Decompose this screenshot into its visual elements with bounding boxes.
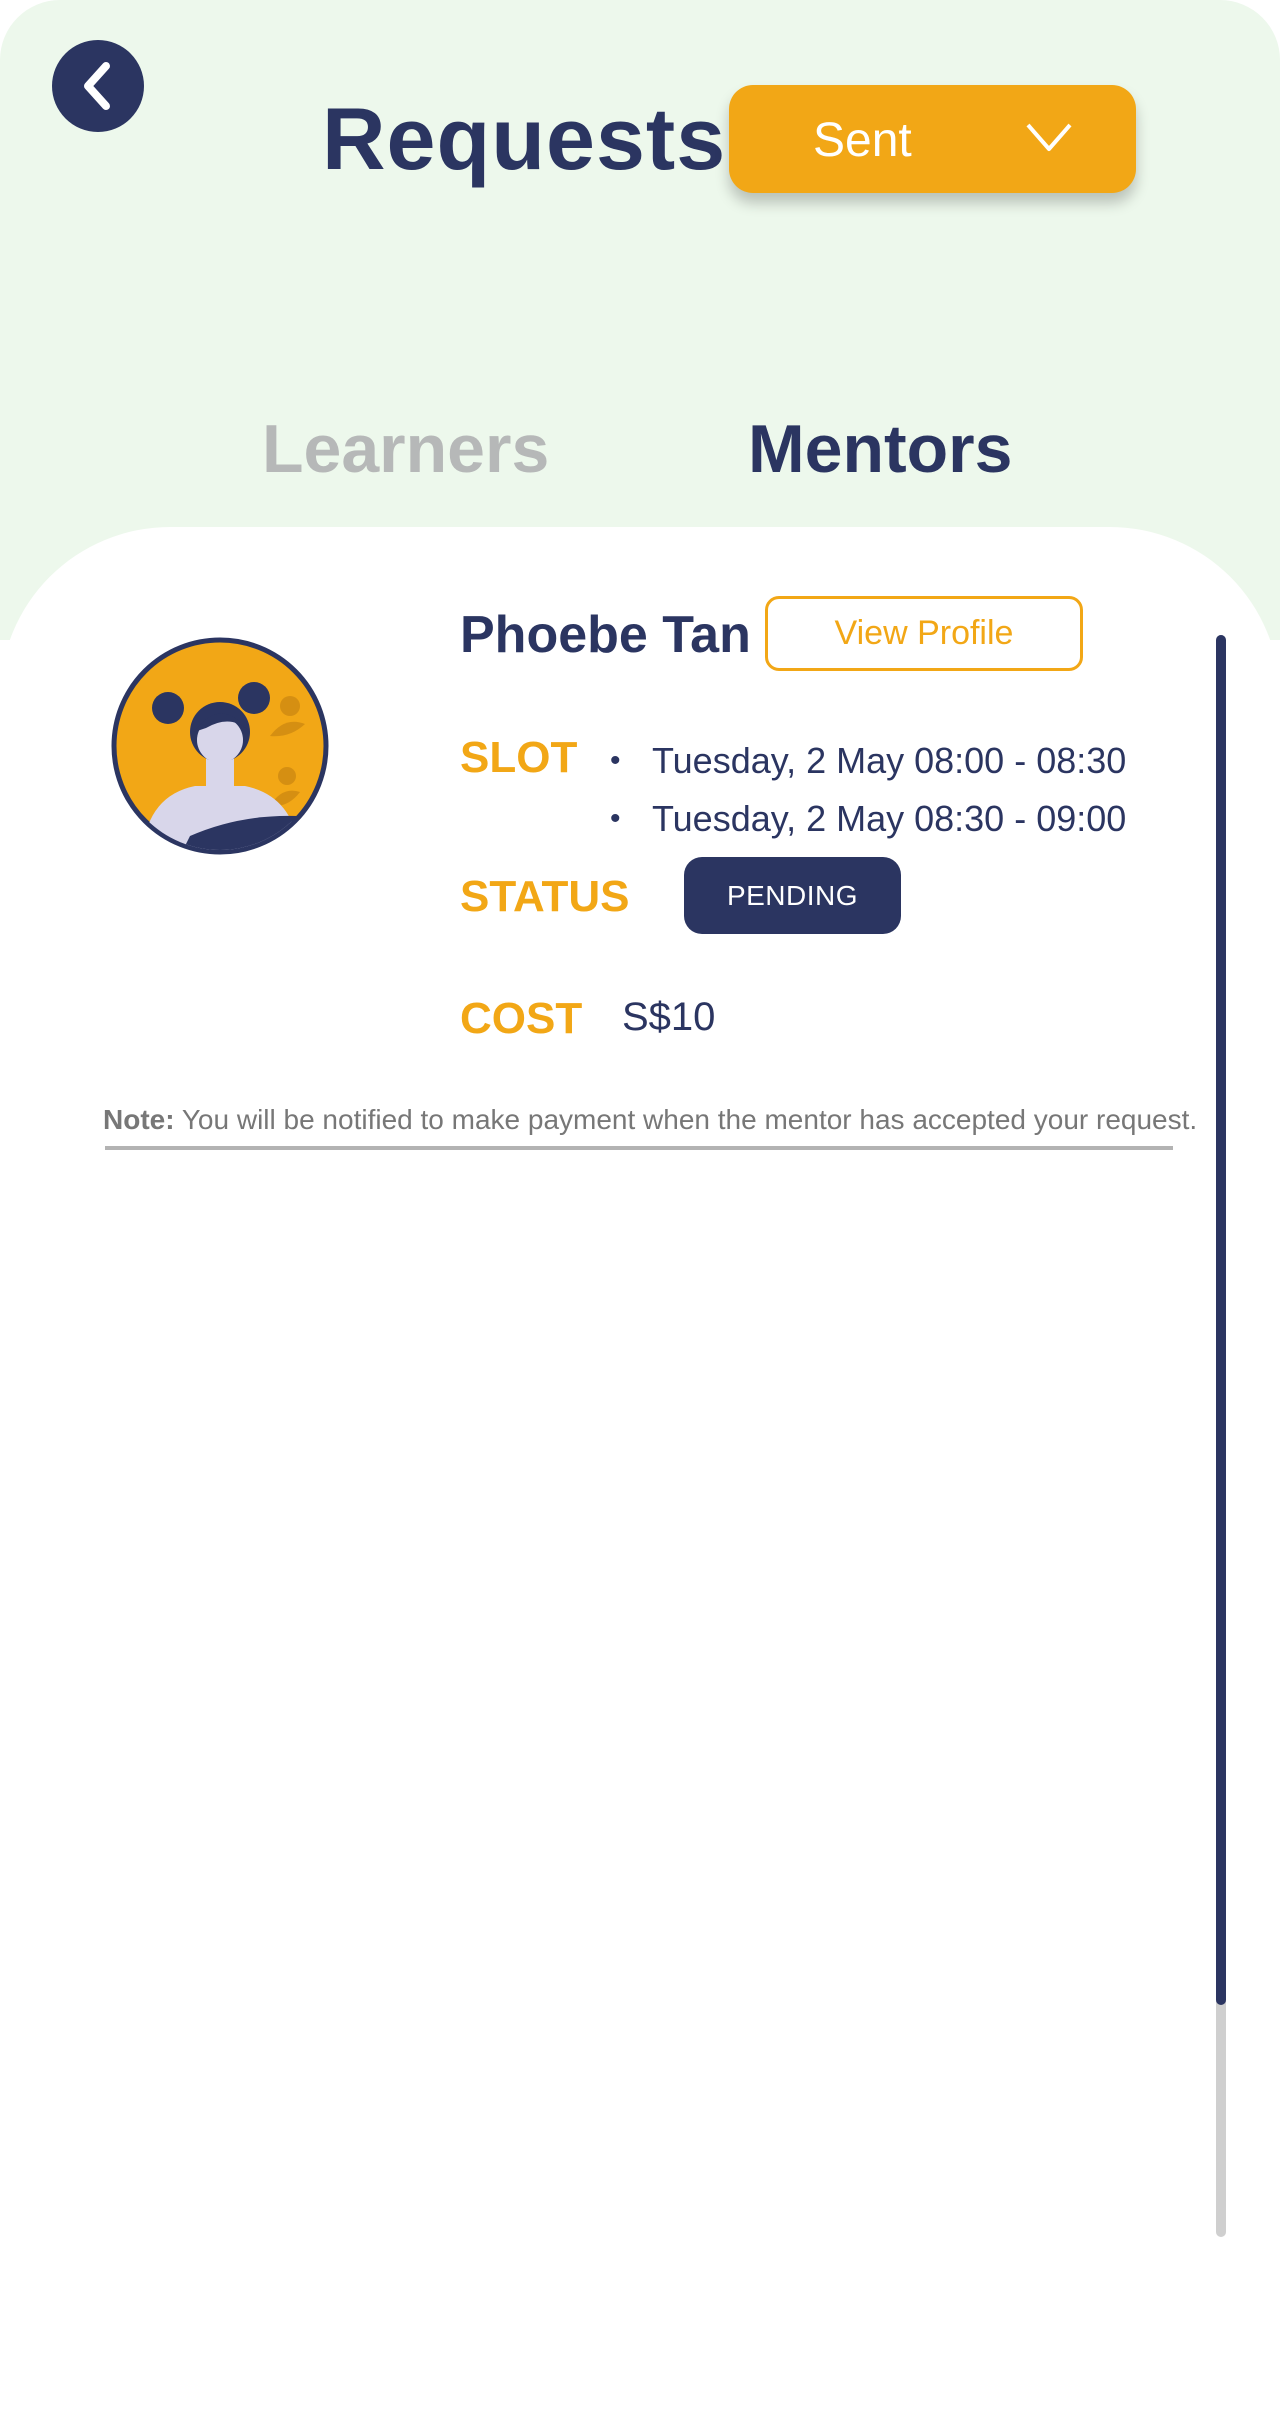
tab-mentors[interactable]: Mentors [748, 410, 1012, 488]
back-button[interactable] [52, 40, 144, 132]
cost-label: COST [460, 994, 583, 1043]
slot-list: • Tuesday, 2 May 08:00 - 08:30 • Tuesday… [610, 732, 1126, 848]
status-badge: PENDING [684, 857, 901, 934]
list-item: • Tuesday, 2 May 08:00 - 08:30 [610, 732, 1126, 790]
scrollbar-thumb[interactable] [1216, 635, 1226, 2005]
status-label: STATUS [460, 872, 630, 921]
note-text: You will be notified to make payment whe… [174, 1104, 1198, 1135]
tab-learners[interactable]: Learners [262, 410, 549, 488]
request-filter-dropdown[interactable]: Sent [729, 85, 1136, 193]
bullet-icon: • [610, 744, 621, 777]
user-avatar-illustration [111, 637, 329, 855]
slot-label: SLOT [460, 733, 578, 782]
list-item: • Tuesday, 2 May 08:30 - 09:00 [610, 790, 1126, 848]
chevron-left-icon [84, 62, 110, 110]
cost-value: S$10 [622, 995, 716, 1039]
mentor-name: Phoebe Tan [460, 606, 751, 664]
dropdown-selected-value: Sent [813, 114, 912, 167]
divider [105, 1146, 1173, 1150]
page-title: Requests [322, 89, 727, 188]
view-profile-button[interactable]: View Profile [765, 596, 1083, 671]
slot-text: Tuesday, 2 May 08:30 - 09:00 [652, 798, 1127, 839]
slot-text: Tuesday, 2 May 08:00 - 08:30 [652, 740, 1127, 781]
chevron-down-icon [1026, 123, 1072, 151]
note-prefix: Note: [103, 1104, 175, 1135]
bullet-icon: • [610, 802, 621, 835]
payment-note: Note: You will be notified to make payme… [103, 1104, 1197, 1136]
